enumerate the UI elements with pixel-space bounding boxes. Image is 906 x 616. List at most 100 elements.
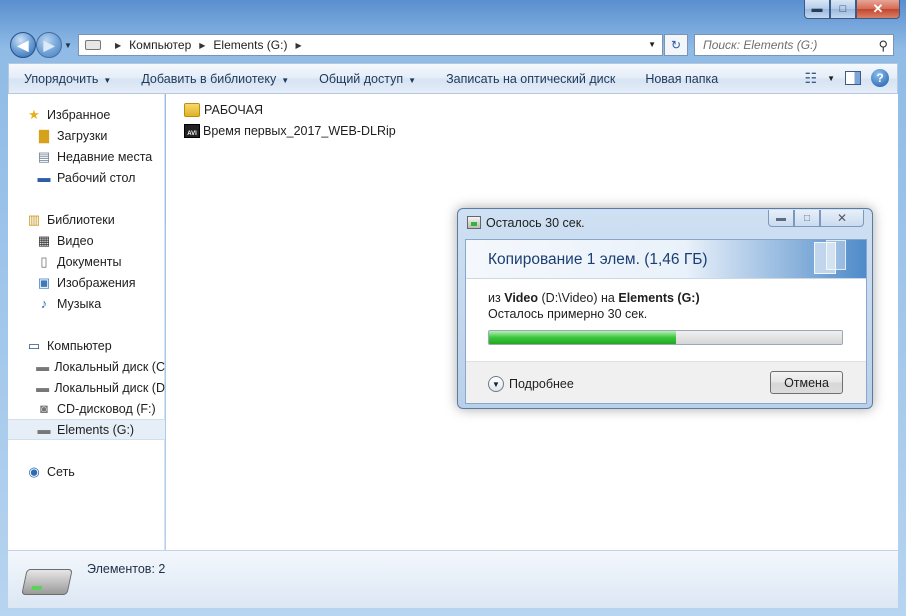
maximize-button[interactable]: □: [830, 0, 856, 19]
sidebar-item-local-c[interactable]: ▬ Локальный диск (C: [8, 356, 165, 377]
sidebar-item-downloads[interactable]: ▇ Загрузки: [8, 125, 165, 146]
dialog-footer: ▼ Подробнее Отмена: [466, 361, 866, 403]
sidebar-item-favorites[interactable]: ★ Избранное: [8, 104, 165, 125]
back-arrow-icon: ◀: [17, 36, 29, 53]
forward-button[interactable]: ▶: [36, 32, 62, 58]
more-details-label: Подробнее: [509, 377, 574, 391]
window-caption-buttons: ▬ □ ✕: [804, 0, 900, 20]
images-icon: ▣: [37, 274, 51, 290]
minimize-button[interactable]: ▬: [804, 0, 830, 19]
recent-pages-dropdown-icon[interactable]: ▼: [64, 41, 72, 50]
minimize-icon: ▬: [776, 212, 786, 224]
copy-heading: Копирование 1 элем. (1,46 ГБ): [488, 251, 708, 268]
sidebar-label: Локальный диск (C: [54, 359, 165, 374]
sidebar-item-music[interactable]: ♪ Музыка: [8, 293, 165, 314]
destination-link[interactable]: Elements (G:): [618, 291, 699, 305]
minimize-icon: ▬: [811, 3, 823, 15]
close-icon: ✕: [872, 1, 884, 16]
refresh-icon: ↻: [670, 38, 682, 52]
sidebar-label: Рабочий стол: [57, 170, 136, 185]
music-icon: ♪: [40, 296, 48, 311]
sidebar-item-computer[interactable]: ▭ Компьютер: [8, 335, 165, 356]
close-icon: ✕: [836, 211, 848, 225]
sidebar-label: Недавние места: [57, 149, 153, 164]
sidebar-label: Документы: [57, 254, 122, 269]
search-input[interactable]: Поиск: Elements (G:) ⚲: [694, 34, 894, 56]
command-bar: Упорядочить ▼ Добавить в библиотеку ▼ Общи…: [8, 63, 898, 94]
breadcrumb-chevron-icon[interactable]: ▶: [295, 41, 301, 50]
view-options-icon[interactable]: ☷: [805, 70, 818, 87]
breadcrumb-chevron-icon[interactable]: ▶: [115, 41, 121, 50]
sidebar-label: Elements (G:): [57, 422, 135, 437]
back-button[interactable]: ◀: [10, 32, 36, 58]
sidebar-item-documents[interactable]: ▯ Документы: [8, 251, 165, 272]
add-to-library-menu[interactable]: Добавить в библиотеку ▼: [126, 72, 304, 86]
sidebar-item-images[interactable]: ▣ Изображения: [8, 272, 165, 293]
dialog-minimize-button[interactable]: ▬: [768, 210, 794, 227]
chevron-down-icon: ▼: [103, 75, 112, 85]
breadcrumb-elements[interactable]: Elements (G:): [213, 38, 287, 52]
maximize-icon: □: [803, 212, 811, 224]
breadcrumb-chevron-icon[interactable]: ▶: [199, 41, 205, 50]
search-icon[interactable]: ⚲: [878, 38, 888, 54]
organize-menu[interactable]: Упорядочить ▼: [9, 72, 126, 86]
navigation-row: ◀ ▶ ▼ ▶ Компьютер ▶ Elements (G:) ▶ ▼ ↻ …: [0, 28, 906, 62]
sidebar-item-recent[interactable]: ▤ Недавние места: [8, 146, 165, 167]
sidebar-item-elements[interactable]: ▬ Elements (G:): [8, 419, 165, 440]
command-bar-right: ☷ ▼ ?: [805, 69, 889, 87]
preview-pane-icon[interactable]: [845, 71, 861, 85]
dialog-caption-buttons: ▬ □ ✕: [768, 210, 864, 227]
sidebar-item-video[interactable]: ▦ Видео: [8, 230, 165, 251]
dialog-header: Копирование 1 элем. (1,46 ГБ): [466, 240, 866, 279]
copy-progress-dialog: Осталось 30 сек. ▬ □ ✕ Копирование 1 эле…: [457, 208, 873, 409]
sidebar-item-libraries[interactable]: ▥ Библиотеки: [8, 209, 165, 230]
more-details-toggle[interactable]: ▼ Подробнее: [488, 376, 574, 392]
sidebar-item-cd[interactable]: ◙ CD-дисковод (F:): [8, 398, 165, 419]
forward-arrow-icon: ▶: [43, 36, 55, 53]
dialog-title: Осталось 30 сек.: [486, 216, 585, 230]
computer-icon: ▭: [27, 337, 41, 353]
sidebar-label: CD-дисковод (F:): [57, 401, 156, 416]
list-item[interactable]: РАБОЧАЯ: [184, 100, 263, 120]
video-file-icon: AVI: [184, 124, 200, 138]
video-library-icon: ▦: [37, 232, 51, 248]
sidebar-item-network[interactable]: ◉ Сеть: [8, 461, 165, 482]
chevron-down-icon: ▼: [281, 75, 290, 85]
dialog-maximize-button[interactable]: □: [794, 210, 820, 227]
new-folder-label: Новая папка: [645, 71, 719, 86]
burn-button[interactable]: Записать на оптический диск: [431, 72, 630, 86]
dialog-close-button[interactable]: ✕: [820, 210, 864, 227]
refresh-button[interactable]: ↻: [664, 34, 688, 56]
address-dropdown-icon[interactable]: ▼: [648, 40, 656, 49]
sidebar-label: Локальный диск (D: [54, 380, 165, 395]
list-item[interactable]: AVI Время первых_2017_WEB-DLRip: [184, 121, 396, 141]
external-drive-icon: ▬: [37, 422, 51, 437]
breadcrumb-computer[interactable]: Компьютер: [129, 38, 191, 52]
documents-art-icon: [814, 242, 836, 274]
sidebar-item-local-d[interactable]: ▬ Локальный диск (D: [8, 377, 165, 398]
chevron-down-icon: ▼: [408, 75, 417, 85]
new-folder-button[interactable]: Новая папка: [630, 72, 733, 86]
drive-icon: [85, 40, 101, 50]
cd-drive-icon: ◙: [40, 401, 48, 416]
close-button[interactable]: ✕: [856, 0, 900, 19]
sidebar-label: Компьютер: [47, 338, 112, 353]
desktop-icon: ▬: [37, 170, 51, 185]
view-dropdown-icon[interactable]: ▼: [827, 74, 835, 83]
help-icon[interactable]: ?: [871, 69, 889, 87]
cancel-button[interactable]: Отмена: [770, 371, 843, 394]
maximize-icon: □: [839, 3, 847, 15]
downloads-folder-icon: ▇: [39, 127, 49, 143]
libraries-icon: ▥: [27, 211, 41, 227]
folder-icon: [184, 103, 200, 117]
local-disk-icon: ▬: [36, 359, 50, 374]
progress-fill: [489, 331, 677, 344]
local-disk-icon: ▬: [36, 380, 50, 395]
star-icon: ★: [28, 106, 40, 122]
network-icon: ◉: [28, 463, 40, 479]
address-bar[interactable]: ▶ Компьютер ▶ Elements (G:) ▶ ▼: [78, 34, 663, 56]
source-link[interactable]: Video: [504, 291, 538, 305]
file-name: Время первых_2017_WEB-DLRip: [203, 124, 396, 138]
sidebar-item-desktop[interactable]: ▬ Рабочий стол: [8, 167, 165, 188]
share-menu[interactable]: Общий доступ ▼: [304, 72, 431, 86]
